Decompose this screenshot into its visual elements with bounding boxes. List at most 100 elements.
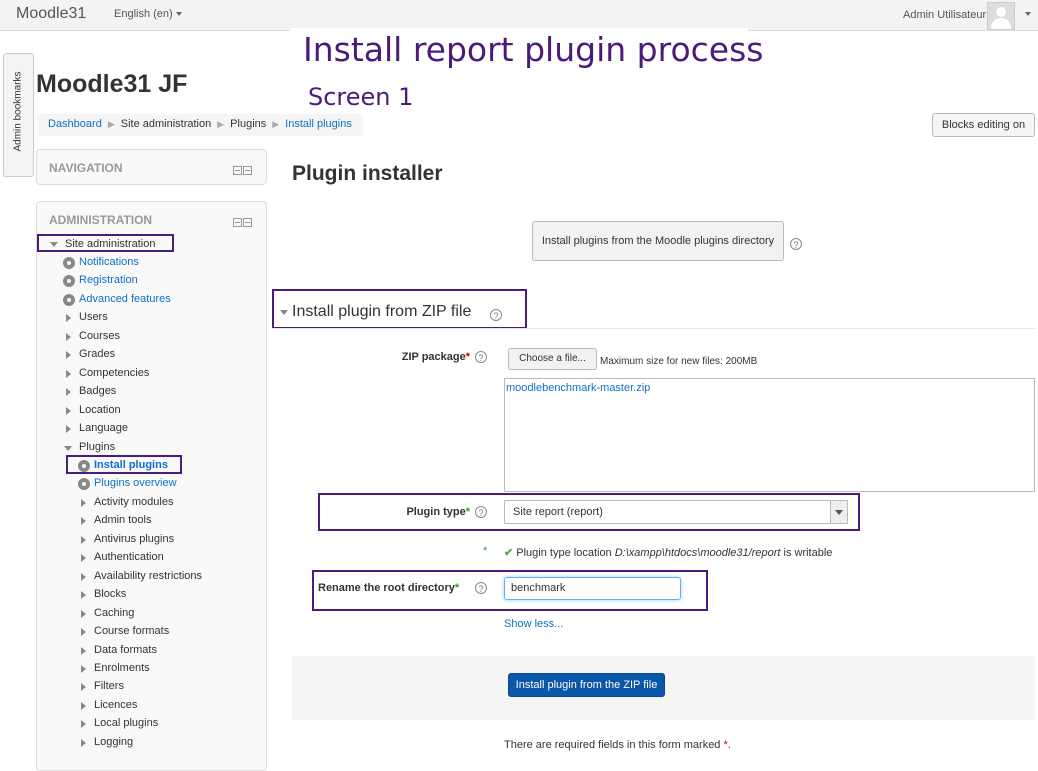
chevron-right-icon[interactable]: [81, 738, 86, 747]
breadcrumb-dashboard[interactable]: Dashboard: [48, 118, 102, 130]
breadcrumb-separator-icon: ▶: [107, 119, 115, 129]
highlight-rename: [312, 570, 708, 611]
sidebar-item[interactable]: Location: [79, 404, 121, 416]
sidebar-item[interactable]: Blocks: [94, 588, 126, 600]
sidebar-item[interactable]: Notifications: [79, 256, 139, 268]
install-from-directory-button[interactable]: Install plugins from the Moodle plugins …: [532, 221, 784, 261]
collapse-icon[interactable]: [243, 218, 252, 227]
chevron-right-icon[interactable]: [81, 498, 86, 507]
chevron-right-icon[interactable]: [81, 664, 86, 673]
sidebar-item[interactable]: Plugins: [79, 441, 115, 453]
annotation-subtitle: Screen 1: [308, 83, 414, 111]
breadcrumb-install-plugins[interactable]: Install plugins: [285, 118, 352, 130]
chevron-right-icon[interactable]: [81, 628, 86, 637]
page-heading: Plugin installer: [292, 162, 443, 185]
sidebar-item[interactable]: Enrolments: [94, 662, 150, 674]
file-drop-area[interactable]: moodlebenchmark-master.zip: [504, 378, 1035, 492]
chevron-right-icon[interactable]: [81, 683, 86, 692]
admin-bookmarks-tab[interactable]: Admin bookmarks: [3, 53, 34, 177]
chevron-right-icon[interactable]: [81, 646, 86, 655]
chevron-right-icon[interactable]: [66, 425, 71, 434]
uploaded-file-link[interactable]: moodlebenchmark-master.zip: [506, 382, 650, 394]
navigation-block-title: NAVIGATION: [49, 161, 123, 175]
help-icon[interactable]: ?: [475, 351, 487, 363]
breadcrumb-plugins[interactable]: Plugins: [230, 118, 266, 130]
chevron-right-icon[interactable]: [66, 351, 71, 360]
chevron-right-icon[interactable]: [81, 535, 86, 544]
user-name[interactable]: Admin Utilisateur: [903, 9, 986, 21]
language-menu[interactable]: English (en): [114, 8, 182, 20]
chevron-right-icon[interactable]: [81, 554, 86, 563]
navigation-block: NAVIGATION: [36, 149, 267, 185]
required-note: There are required fields in this form m…: [504, 739, 731, 751]
sidebar-item[interactable]: Grades: [79, 348, 115, 360]
chevron-right-icon[interactable]: [81, 701, 86, 710]
sidebar-item[interactable]: Admin tools: [94, 514, 151, 526]
show-less-link[interactable]: Show less...: [504, 618, 563, 630]
avatar[interactable]: [987, 2, 1015, 30]
gear-icon: [63, 293, 75, 306]
chevron-right-icon[interactable]: [66, 388, 71, 397]
location-status: ✔ Plugin type location D:\xampp\htdocs\m…: [504, 547, 833, 559]
sidebar-item[interactable]: Badges: [79, 385, 116, 397]
administration-block-title: ADMINISTRATION: [49, 213, 153, 227]
chevron-right-icon[interactable]: [81, 609, 86, 618]
dock-icon[interactable]: [233, 166, 242, 175]
sidebar-item[interactable]: Data formats: [94, 644, 157, 656]
chevron-right-icon[interactable]: [81, 572, 86, 581]
divider: [272, 328, 1035, 329]
sidebar-item[interactable]: Course formats: [94, 625, 169, 637]
sidebar-item[interactable]: Availability restrictions: [94, 570, 202, 582]
sidebar-item[interactable]: Licences: [94, 699, 137, 711]
highlight-install-plugins: [66, 455, 182, 474]
block-controls[interactable]: [232, 164, 254, 175]
dock-icon[interactable]: [233, 218, 242, 227]
chevron-right-icon[interactable]: [81, 591, 86, 600]
install-zip-submit-button[interactable]: Install plugin from the ZIP file: [508, 673, 665, 697]
sidebar-item[interactable]: Language: [79, 422, 128, 434]
highlight-plugin-type: [318, 493, 860, 531]
sidebar-item[interactable]: Plugins overview: [94, 477, 177, 489]
chevron-right-icon[interactable]: [66, 332, 71, 341]
highlight-zip-section: [272, 289, 527, 329]
language-label: English (en): [114, 8, 173, 20]
sidebar-item[interactable]: Antivirus plugins: [94, 533, 174, 545]
collapse-icon[interactable]: [243, 166, 252, 175]
chevron-right-icon[interactable]: [66, 406, 71, 415]
status-marker: *: [483, 545, 488, 557]
sidebar-item[interactable]: Local plugins: [94, 717, 158, 729]
sidebar-item[interactable]: Competencies: [79, 367, 149, 379]
sidebar-item[interactable]: Caching: [94, 607, 134, 619]
block-controls[interactable]: [232, 216, 254, 227]
check-icon: ✔: [504, 547, 514, 559]
sidebar-item[interactable]: Activity modules: [94, 496, 173, 508]
chevron-right-icon[interactable]: [66, 314, 71, 323]
max-size-text: Maximum size for new files: 200MB: [600, 356, 758, 367]
sidebar-item[interactable]: Courses: [79, 330, 120, 342]
highlight-site-administration: [37, 234, 174, 252]
breadcrumb-separator-icon: ▶: [272, 119, 280, 129]
chevron-right-icon[interactable]: [81, 517, 86, 526]
sidebar-item[interactable]: Registration: [79, 274, 138, 286]
gear-icon: [63, 257, 75, 269]
sidebar-item[interactable]: Filters: [94, 680, 124, 692]
zip-package-label: ZIP package*: [401, 351, 470, 363]
user-menu-chevron-icon[interactable]: [1025, 12, 1031, 16]
sidebar-item[interactable]: Logging: [94, 736, 133, 748]
site-title: Moodle31 JF: [36, 70, 188, 98]
blocks-editing-button[interactable]: Blocks editing on: [932, 113, 1035, 137]
chevron-right-icon[interactable]: [81, 720, 86, 729]
choose-file-button[interactable]: Choose a file...: [508, 348, 597, 370]
chevron-right-icon[interactable]: [66, 369, 71, 378]
sidebar-item[interactable]: Authentication: [94, 551, 164, 563]
breadcrumb: Dashboard ▶ Site administration ▶ Plugins ▶ In…: [38, 114, 363, 136]
admin-bookmarks-label: Admin bookmarks: [12, 71, 24, 152]
help-icon[interactable]: ?: [790, 238, 802, 250]
chevron-down-icon[interactable]: [64, 445, 72, 451]
sidebar-item[interactable]: Advanced features: [79, 293, 171, 305]
brand-link[interactable]: Moodle31: [16, 5, 86, 23]
sidebar-item[interactable]: Users: [79, 311, 108, 323]
annotation-title: Install report plugin process: [303, 30, 764, 69]
breadcrumb-site-admin[interactable]: Site administration: [121, 118, 212, 130]
chevron-down-icon: [175, 12, 182, 17]
